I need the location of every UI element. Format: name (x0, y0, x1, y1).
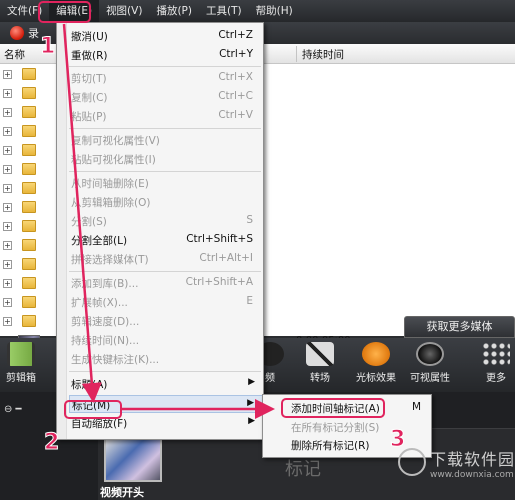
annotation-arrows (62, 23, 275, 419)
highlight-edit-menu (38, 1, 91, 23)
watermark-url: www.downxia.com (430, 470, 514, 480)
watermark: 下载软件园 www.downxia.com (390, 438, 515, 500)
watermark-logo-icon (398, 448, 426, 476)
watermark-title: 下载软件园 (430, 450, 515, 469)
highlight-marker-item (64, 400, 122, 419)
step-number-2: 2 (43, 430, 60, 456)
highlight-add-marker-item (281, 398, 385, 418)
step-number-1: 1 (39, 34, 56, 60)
